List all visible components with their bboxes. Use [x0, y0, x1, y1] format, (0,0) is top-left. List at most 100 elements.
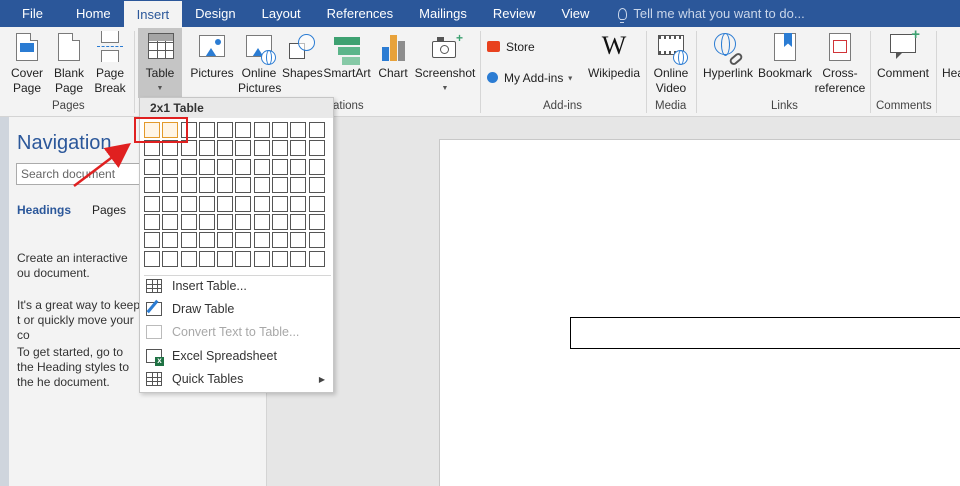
tab-insert[interactable]: Insert	[123, 1, 183, 27]
table-grid-cell[interactable]	[235, 122, 252, 138]
table-grid-cell[interactable]	[272, 122, 289, 138]
table-grid-cell[interactable]	[235, 158, 252, 175]
screenshot-button[interactable]: + Screenshot ▼	[414, 31, 476, 96]
tab-references[interactable]: References	[314, 0, 406, 27]
smartart-button[interactable]: SmartArt	[323, 31, 371, 81]
table-grid-cell[interactable]	[253, 213, 270, 230]
table-grid-cell[interactable]	[217, 122, 234, 138]
tab-mailings[interactable]: Mailings	[406, 0, 480, 27]
table-grid-cell[interactable]	[308, 140, 325, 157]
table-grid-cell[interactable]	[235, 195, 252, 212]
table-grid-cell[interactable]	[198, 213, 215, 230]
table-grid-cell[interactable]	[144, 213, 160, 230]
table-grid-cell[interactable]	[144, 177, 160, 194]
header-button[interactable]: Hea	[942, 31, 960, 81]
table-grid-cell[interactable]	[290, 177, 307, 194]
table-grid-cell[interactable]	[290, 158, 307, 175]
table-grid-cell[interactable]	[180, 195, 197, 212]
table-grid-cell[interactable]	[290, 213, 307, 230]
table-grid-cell[interactable]	[180, 158, 197, 175]
table-grid-cell[interactable]	[162, 177, 179, 194]
table-grid-cell[interactable]	[308, 158, 325, 175]
table-grid-cell[interactable]	[198, 250, 215, 267]
table-grid-cell[interactable]	[198, 195, 215, 212]
table-grid-cell[interactable]	[308, 250, 325, 267]
blank-page-button[interactable]: Blank Page	[50, 31, 88, 96]
table-grid-cell[interactable]	[308, 195, 325, 212]
draw-table-item[interactable]: Draw Table	[140, 298, 333, 320]
table-grid-cell[interactable]	[235, 140, 252, 157]
quick-tables-item[interactable]: Quick Tables ▶	[140, 368, 333, 390]
tell-me-box[interactable]: Tell me what you want to do...	[602, 0, 805, 27]
cover-page-button[interactable]: Cover Page	[8, 31, 46, 96]
table-grid-cell[interactable]	[198, 177, 215, 194]
table-grid-cell[interactable]	[235, 213, 252, 230]
comment-button[interactable]: + Comment	[875, 27, 931, 81]
table-grid-cell[interactable]	[253, 122, 270, 138]
table-grid-cell[interactable]	[253, 158, 270, 175]
table-grid-cell[interactable]	[235, 177, 252, 194]
table-grid-cell[interactable]	[162, 250, 179, 267]
tab-design[interactable]: Design	[182, 0, 248, 27]
table-grid-cell[interactable]	[180, 213, 197, 230]
tab-review[interactable]: Review	[480, 0, 549, 27]
table-grid-cell[interactable]	[180, 177, 197, 194]
table-grid-cell[interactable]	[162, 195, 179, 212]
table-grid-cell[interactable]	[217, 213, 234, 230]
table-grid-cell[interactable]	[198, 122, 215, 138]
my-addins-button[interactable]: My Add-ins ▼	[487, 71, 574, 85]
table-grid-cell[interactable]	[217, 232, 234, 249]
table-grid-cell[interactable]	[290, 232, 307, 249]
tab-view[interactable]: View	[548, 0, 602, 27]
search-document-input[interactable]: Search document	[16, 163, 140, 185]
tab-layout[interactable]: Layout	[249, 0, 314, 27]
tab-headings[interactable]: Headings	[17, 203, 71, 217]
tab-pages[interactable]: Pages	[92, 203, 126, 217]
table-grid-cell[interactable]	[198, 140, 215, 157]
online-pictures-button[interactable]: Online Pictures	[238, 31, 281, 96]
table-grid-cell[interactable]	[253, 177, 270, 194]
hyperlink-button[interactable]: Hyperlink	[701, 31, 755, 81]
table-grid-cell[interactable]	[162, 232, 179, 249]
table-grid-cell[interactable]	[217, 140, 234, 157]
table-grid-cell[interactable]	[162, 213, 179, 230]
table-grid-cell[interactable]	[290, 140, 307, 157]
table-grid-cell[interactable]	[144, 232, 160, 249]
pictures-button[interactable]: Pictures	[189, 31, 235, 81]
table-grid-cell[interactable]	[217, 250, 234, 267]
table-grid-cell[interactable]	[217, 177, 234, 194]
table-grid-cell[interactable]	[308, 213, 325, 230]
table-grid-cell[interactable]	[253, 195, 270, 212]
tab-file[interactable]: File	[0, 0, 63, 27]
table-grid-cell[interactable]	[272, 140, 289, 157]
cross-reference-button[interactable]: Cross- reference	[814, 31, 866, 96]
inserted-table[interactable]	[570, 317, 960, 349]
table-grid-cell[interactable]	[162, 158, 179, 175]
table-grid-cell[interactable]	[272, 195, 289, 212]
excel-spreadsheet-item[interactable]: Excel Spreadsheet	[140, 345, 333, 367]
table-grid-cell[interactable]	[144, 158, 160, 175]
wikipedia-button[interactable]: W Wikipedia	[586, 31, 642, 81]
table-grid-cell[interactable]	[253, 140, 270, 157]
table-grid-cell[interactable]	[272, 158, 289, 175]
table-grid-cell[interactable]	[180, 232, 197, 249]
page-break-button[interactable]: Page Break	[90, 31, 130, 96]
table-grid-cell[interactable]	[217, 195, 234, 212]
table-grid-cell[interactable]	[272, 232, 289, 249]
tab-home[interactable]: Home	[63, 0, 124, 27]
table-grid-cell[interactable]	[180, 250, 197, 267]
table-grid-cell[interactable]	[290, 250, 307, 267]
online-video-button[interactable]: Online Video	[651, 31, 691, 96]
shapes-button[interactable]: Shapes	[282, 31, 323, 81]
table-button[interactable]: Table ▼	[140, 31, 180, 96]
table-grid-cell[interactable]	[308, 232, 325, 249]
table-grid-cell[interactable]	[290, 195, 307, 212]
table-grid-cell[interactable]	[308, 177, 325, 194]
chart-button[interactable]: Chart	[375, 31, 411, 81]
table-grid-cell[interactable]	[290, 122, 307, 138]
table-grid-cell[interactable]	[144, 195, 160, 212]
table-grid-cell[interactable]	[235, 232, 252, 249]
table-grid-cell[interactable]	[198, 232, 215, 249]
table-grid-cell[interactable]	[272, 250, 289, 267]
table-grid-cell[interactable]	[253, 250, 270, 267]
